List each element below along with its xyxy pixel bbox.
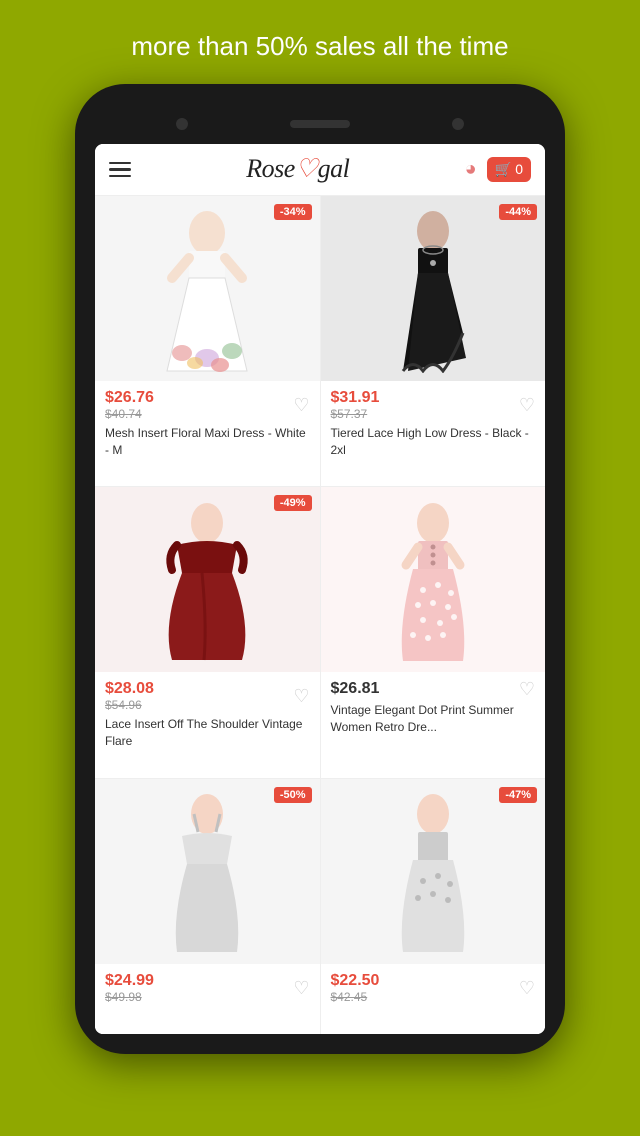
phone-frame: Rose♡gal ◕ 🛒 0 (75, 84, 565, 1054)
product-info-6: $22.50 $42.45 ♡ (321, 964, 546, 1014)
phone-screen: Rose♡gal ◕ 🛒 0 (95, 144, 545, 1034)
phone-camera (176, 118, 188, 130)
discount-badge-6: -47% (499, 787, 537, 803)
product-info-4: $26.81 ♡ Vintage Elegant Dot Print Summe… (321, 672, 546, 744)
product-info-5: $24.99 $49.98 ♡ (95, 964, 320, 1014)
product-title-1: Mesh Insert Floral Maxi Dress - White - … (105, 425, 310, 459)
phone-top-bar (95, 104, 545, 144)
wishlist-button-4[interactable]: ♡ (519, 680, 535, 698)
product-image-4[interactable] (321, 487, 546, 672)
price-original-1: $40.74 (105, 407, 154, 421)
product-info-2: $31.91 $57.37 ♡ Tiered Lace High Low Dre… (321, 381, 546, 467)
price-original-3: $54.96 (105, 698, 154, 712)
price-current-3: $28.08 (105, 680, 154, 698)
wishlist-button-6[interactable]: ♡ (519, 979, 535, 997)
product-image-1[interactable]: -34% (95, 196, 320, 381)
product-image-6[interactable]: -47% (321, 779, 546, 964)
price-current-1: $26.76 (105, 389, 154, 407)
logo-heart: ♡ (295, 154, 318, 183)
discount-badge-5: -50% (274, 787, 312, 803)
cart-count: 0 (515, 161, 523, 177)
wishlist-button-1[interactable]: ♡ (293, 396, 309, 414)
wishlist-button-3[interactable]: ♡ (293, 687, 309, 705)
price-current-2: $31.91 (331, 389, 380, 407)
products-grid: -34% $26.76 $40.74 ♡ Mesh Insert Floral … (95, 196, 545, 1034)
product-info-1: $26.76 $40.74 ♡ Mesh Insert Floral Maxi … (95, 381, 320, 467)
product-image-2[interactable]: -44% (321, 196, 546, 381)
price-current-6: $22.50 (331, 972, 380, 990)
discount-badge-1: -34% (274, 204, 312, 220)
discount-badge-2: -44% (499, 204, 537, 220)
phone-speaker (290, 120, 350, 128)
product-card-3: -49% $28.08 $54.96 ♡ Lace Insert Off The… (95, 487, 320, 778)
product-image-5[interactable]: -50% (95, 779, 320, 964)
app-logo: Rose♡gal (246, 154, 349, 184)
price-original-5: $49.98 (105, 990, 154, 1004)
product-image-3[interactable]: -49% (95, 487, 320, 672)
product-title-2: Tiered Lace High Low Dress - Black - 2xl (331, 425, 536, 459)
price-original-6: $42.45 (331, 990, 380, 1004)
price-current-5: $24.99 (105, 972, 154, 990)
wishlist-button-5[interactable]: ♡ (293, 979, 309, 997)
app-header: Rose♡gal ◕ 🛒 0 (95, 144, 545, 196)
product-card-1: -34% $26.76 $40.74 ♡ Mesh Insert Floral … (95, 196, 320, 487)
tagline: more than 50% sales all the time (91, 0, 548, 84)
product-info-3: $28.08 $54.96 ♡ Lace Insert Off The Shou… (95, 672, 320, 758)
product-card-5: -50% $24.99 $49.98 ♡ (95, 779, 320, 1034)
product-card-2: -44% $31.91 $57.37 ♡ Tiered Lace High Lo… (321, 196, 546, 487)
cart-button[interactable]: 🛒 0 (487, 157, 531, 182)
product-title-3: Lace Insert Off The Shoulder Vintage Fla… (105, 716, 310, 750)
price-original-2: $57.37 (331, 407, 380, 421)
wishlist-button-2[interactable]: ♡ (519, 396, 535, 414)
product-card-4: $26.81 ♡ Vintage Elegant Dot Print Summe… (321, 487, 546, 778)
price-current-4: $26.81 (331, 680, 380, 698)
phone-camera-2 (452, 118, 464, 130)
cart-icon: 🛒 (495, 161, 512, 178)
product-card-6: -47% $22.50 $42.45 ♡ (321, 779, 546, 1034)
discount-badge-3: -49% (274, 495, 312, 511)
search-button[interactable]: ◕ (465, 158, 477, 181)
menu-button[interactable] (109, 162, 131, 178)
header-icons: ◕ 🛒 0 (465, 157, 531, 182)
product-title-4: Vintage Elegant Dot Print Summer Women R… (331, 702, 536, 736)
